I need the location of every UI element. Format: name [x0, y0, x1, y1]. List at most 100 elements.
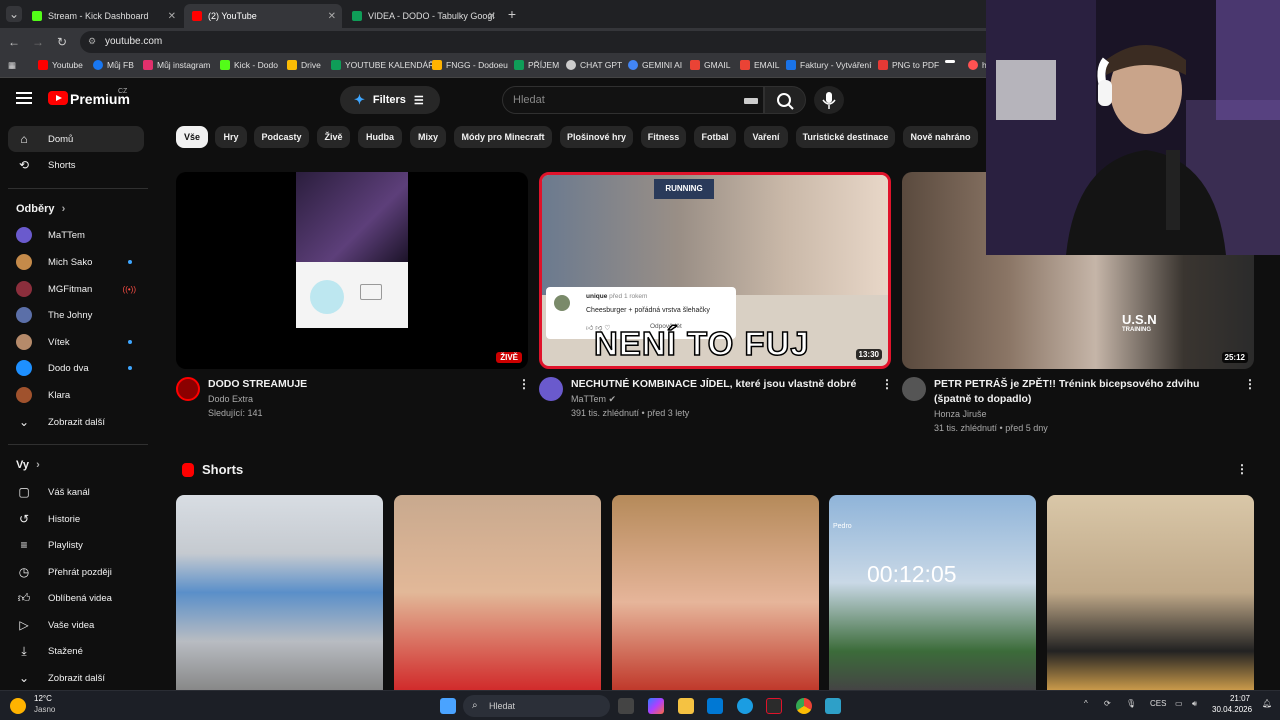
more-options-icon[interactable]: ⋮: [518, 377, 530, 391]
clock-date[interactable]: 30.04.2026: [1212, 705, 1252, 714]
back-arrow-icon[interactable]: ←: [6, 34, 22, 50]
sidebar-item-home[interactable]: ⌂ Domů: [8, 126, 144, 152]
youtube-logo-icon[interactable]: [48, 91, 68, 105]
sidebar-item-history[interactable]: ↺ Historie: [8, 506, 144, 532]
notepad-icon[interactable]: [825, 698, 841, 714]
network-icon[interactable]: ▭: [1175, 699, 1183, 708]
chip-all[interactable]: Vše: [176, 126, 208, 148]
tab-close-icon[interactable]: ✕: [488, 11, 496, 22]
forward-arrow-icon[interactable]: →: [30, 34, 46, 50]
chip-music[interactable]: Hudba: [358, 126, 402, 148]
sidebar-item-liked-videos[interactable]: 👍︎ Oblíbená videa: [8, 585, 144, 611]
chrome-icon[interactable]: [796, 698, 812, 714]
video-title[interactable]: NECHUTNÉ KOMBINACE JÍDEL, které jsou vla…: [571, 377, 871, 392]
bookmark-fb[interactable]: Můj FB: [93, 60, 134, 70]
sidebar-item-watch-later[interactable]: ◷ Přehrát později: [8, 559, 144, 585]
language-indicator[interactable]: CES: [1150, 699, 1166, 708]
outlook-icon[interactable]: [707, 698, 723, 714]
bookmark-chatgpt[interactable]: CHAT GPT: [566, 60, 622, 70]
sidebar-item-the-johny[interactable]: The Johny: [8, 302, 144, 328]
chip-fitness[interactable]: Fitness: [641, 126, 686, 148]
apps-grid-icon[interactable]: ▦: [8, 60, 16, 71]
more-options-icon[interactable]: ⋮: [1236, 462, 1248, 476]
task-view-icon[interactable]: [618, 698, 634, 714]
site-info-icon[interactable]: ⚙: [88, 36, 96, 47]
sidebar-item-mgfitman[interactable]: MGFitman ((•)): [8, 276, 144, 302]
channel-avatar[interactable]: [176, 377, 200, 401]
windows-start-icon[interactable]: [440, 698, 456, 714]
channel-avatar[interactable]: [539, 377, 563, 401]
video-thumbnail[interactable]: RUNNING unique před 1 rokem Cheesburger …: [539, 172, 891, 369]
chip-recently-uploaded[interactable]: Nově nahráno: [903, 126, 978, 148]
keyboard-icon[interactable]: [744, 98, 758, 104]
bookmark-youtube[interactable]: Youtube: [38, 60, 83, 70]
sidebar-item-mich-sako[interactable]: Mich Sako: [8, 249, 144, 275]
bookmark-yt-calendar[interactable]: YOUTUBE KALENDÁŘ: [331, 60, 434, 70]
bookmark-kick[interactable]: Kick - Dodo: [220, 60, 278, 70]
channel-name[interactable]: MaTTem ✔: [571, 392, 616, 407]
bookmark-prijem[interactable]: PŘÍJEM: [514, 60, 559, 70]
more-options-icon[interactable]: ⋮: [1244, 377, 1256, 391]
bookmark-instagram[interactable]: Můj instagram: [143, 60, 210, 70]
sidebar-item-your-videos[interactable]: ▷ Vaše videa: [8, 612, 144, 638]
microphone-icon[interactable]: 🎙︎: [1126, 699, 1136, 708]
sidebar-item-klara[interactable]: Klara: [8, 382, 144, 408]
you-heading[interactable]: Vy ›: [16, 459, 40, 471]
channel-name[interactable]: Dodo Extra: [208, 392, 253, 407]
hamburger-menu-icon[interactable]: [16, 92, 32, 104]
chip-minecraft-mods[interactable]: Módy pro Minecraft: [454, 126, 552, 148]
tab-google-sheets[interactable]: VIDEA - DODO - Tabulky Googl ✕: [344, 4, 502, 28]
channel-name[interactable]: Honza Jiruše: [934, 407, 987, 422]
chip-mixes[interactable]: Mixy: [410, 126, 446, 148]
short-thumbnail[interactable]: [176, 495, 383, 690]
bookmark-drive[interactable]: Drive: [287, 60, 321, 70]
bookmark-gmail[interactable]: GMAIL: [690, 60, 730, 70]
short-thumbnail[interactable]: [1047, 495, 1254, 690]
chevron-up-icon[interactable]: ^: [1084, 699, 1088, 708]
bookmark-faktury[interactable]: Faktury - Vytváření: [786, 60, 871, 70]
sidebar-item-mattem[interactable]: MaTTem: [8, 222, 144, 248]
chip-cooking[interactable]: Vaření: [744, 126, 788, 148]
tab-close-icon[interactable]: ✕: [168, 11, 176, 22]
notification-bell-icon[interactable]: 🔔︎: [1262, 699, 1272, 708]
sidebar-item-your-channel[interactable]: ▢ Váš kanál: [8, 479, 144, 505]
edge-icon[interactable]: [737, 698, 753, 714]
short-thumbnail[interactable]: [612, 495, 819, 690]
volume-icon[interactable]: 🔊︎: [1192, 699, 1197, 709]
voice-search-button[interactable]: [814, 86, 844, 114]
chip-live[interactable]: Živě: [317, 126, 350, 148]
sidebar-item-downloads[interactable]: ⤓ Stažené: [8, 638, 144, 664]
sidebar-item-playlists[interactable]: ≡ Playlisty: [8, 532, 144, 558]
short-thumbnail[interactable]: Pedro 00:12:05: [829, 495, 1036, 690]
copilot-icon[interactable]: [648, 698, 664, 714]
search-input[interactable]: Hledat: [502, 86, 764, 114]
subscriptions-heading[interactable]: Odběry ›: [16, 203, 65, 215]
bookmark-fngg[interactable]: FNGG - Dodoeu: [432, 60, 508, 70]
clock-time[interactable]: 21:07: [1212, 694, 1250, 703]
search-button[interactable]: [764, 86, 806, 114]
short-thumbnail[interactable]: [394, 495, 601, 690]
tab-kick-dashboard[interactable]: Stream - Kick Dashboard ✕: [24, 4, 182, 28]
video-title[interactable]: DODO STREAMUJE: [208, 377, 508, 392]
bookmark-email[interactable]: EMAIL: [740, 60, 780, 70]
video-thumbnail-live[interactable]: ŽIVĚ: [176, 172, 528, 369]
bookmark-h[interactable]: h: [968, 60, 987, 70]
chip-platformers[interactable]: Plošinové hry: [560, 126, 633, 148]
chip-football[interactable]: Fotbal: [694, 126, 736, 148]
taskbar-search[interactable]: Hledat: [463, 695, 610, 717]
more-options-icon[interactable]: ⋮: [881, 377, 893, 391]
video-title[interactable]: PETR PETRÁŠ je ZPĚT!! Trénink bicepsovéh…: [934, 377, 1234, 407]
capture-app-icon[interactable]: [766, 698, 782, 714]
bookmark-gemini[interactable]: GEMINI AI: [628, 60, 682, 70]
sidebar-show-more-you[interactable]: ⌄ Zobrazit další: [8, 665, 144, 691]
sidebar-item-shorts[interactable]: ⟲ Shorts: [8, 152, 144, 178]
chip-games[interactable]: Hry: [215, 126, 247, 148]
file-explorer-icon[interactable]: [678, 698, 694, 714]
filters-button[interactable]: ✦ Filters ☰: [340, 86, 440, 114]
tab-close-icon[interactable]: ✕: [328, 11, 336, 22]
tab-list-chevron-icon[interactable]: ⌄: [6, 6, 22, 22]
bookmark-unnamed[interactable]: [945, 60, 959, 63]
sidebar-item-dodo-dva[interactable]: Dodo dva: [8, 355, 144, 381]
channel-avatar[interactable]: [902, 377, 926, 401]
sidebar-item-vitek[interactable]: Vítek: [8, 329, 144, 355]
